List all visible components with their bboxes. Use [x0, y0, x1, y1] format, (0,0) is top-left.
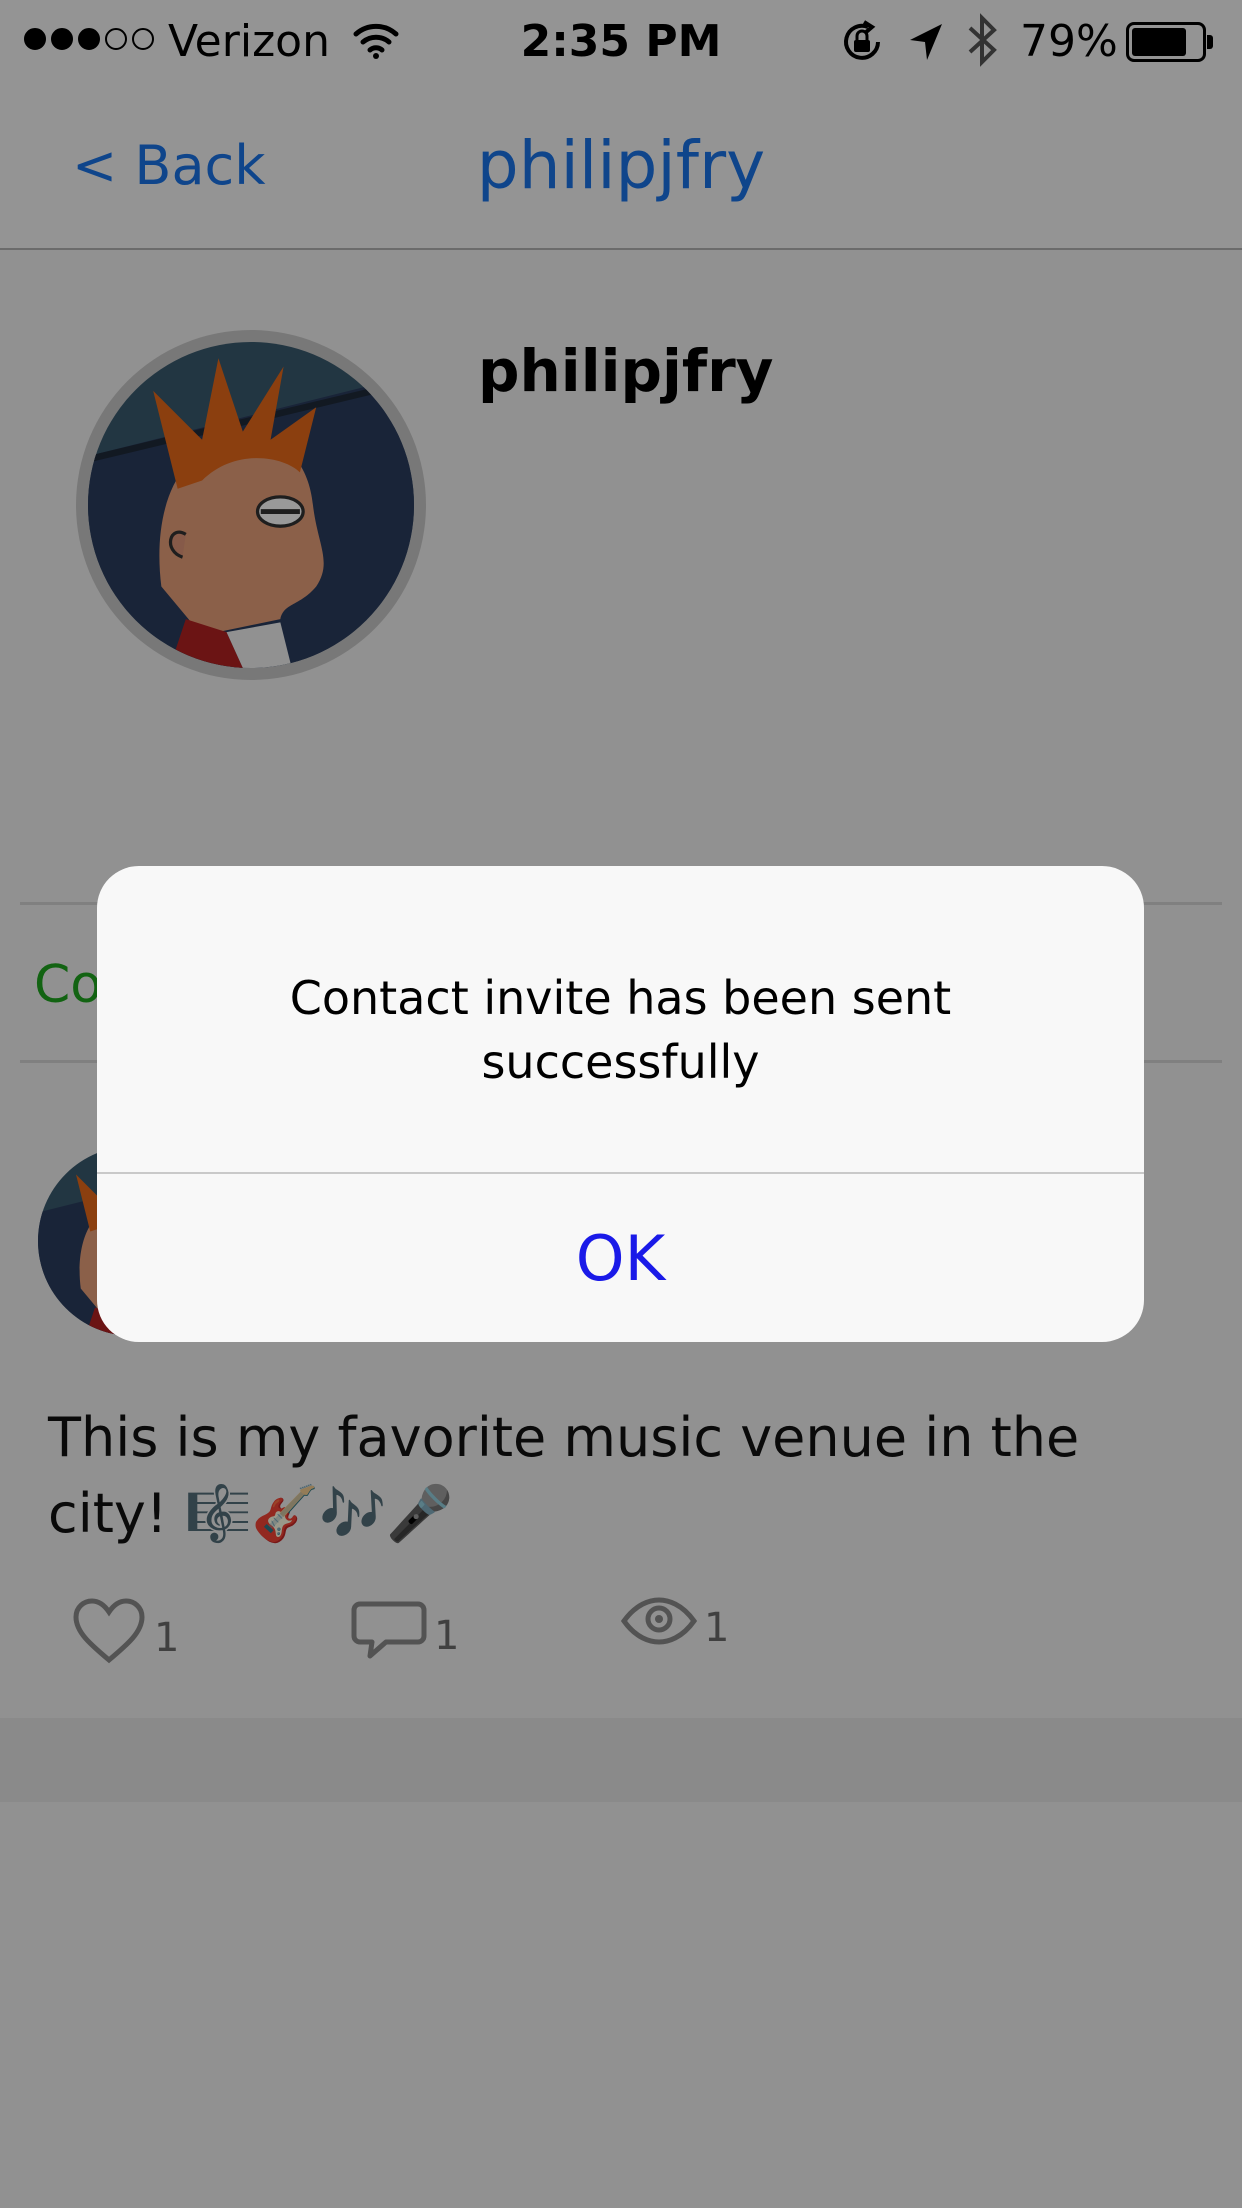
alert-dialog: Contact invite has been sent successfull…: [97, 866, 1144, 1342]
alert-message: Contact invite has been sent successfull…: [289, 971, 952, 1089]
alert-ok-button[interactable]: OK: [97, 1174, 1144, 1342]
